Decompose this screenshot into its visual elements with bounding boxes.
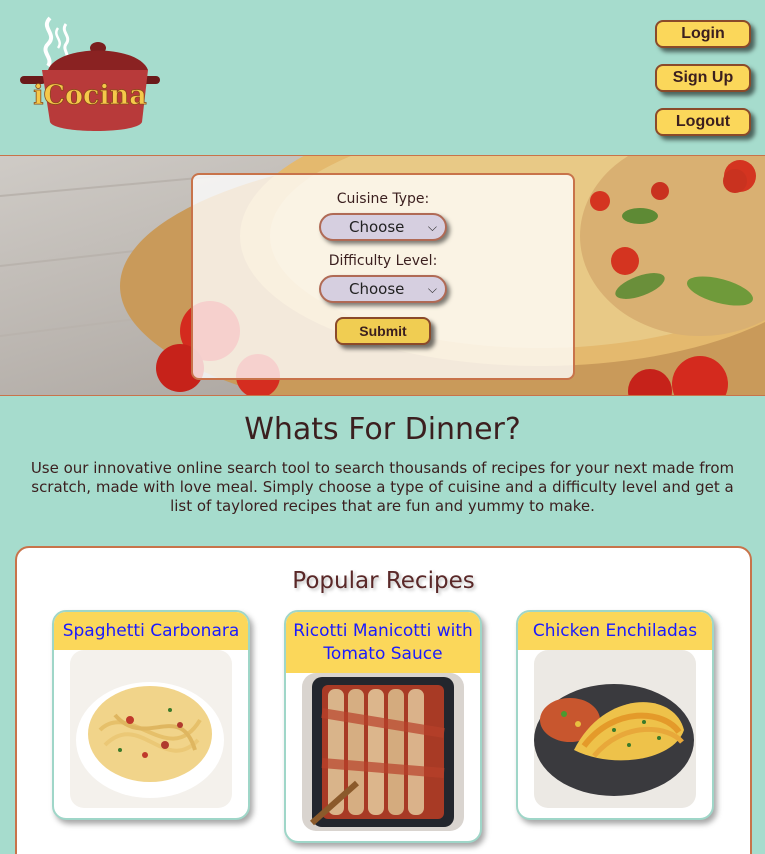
- popular-recipes-title: Popular Recipes: [292, 568, 475, 594]
- hero-banner: Cuisine Type: Choose ⌵ Difficulty Level:…: [0, 155, 765, 396]
- recipe-card-title[interactable]: Chicken Enchiladas: [518, 612, 712, 650]
- spaghetti-carbonara-image: [70, 650, 232, 808]
- logout-button[interactable]: Logout: [655, 108, 751, 136]
- chevron-down-icon: ⌵: [427, 219, 437, 234]
- login-button[interactable]: Login: [655, 20, 751, 48]
- recipe-card-title[interactable]: Spaghetti Carbonara: [54, 612, 248, 650]
- difficulty-level-label: Difficulty Level:: [328, 253, 438, 269]
- difficulty-level-select[interactable]: Choose ⌵: [319, 275, 447, 303]
- recipe-card[interactable]: Chicken Enchiladas: [516, 610, 714, 820]
- icocina-logo[interactable]: iCocina: [18, 14, 163, 136]
- recipe-search-form: Cuisine Type: Choose ⌵ Difficulty Level:…: [191, 173, 575, 380]
- difficulty-level-value: Choose: [349, 280, 405, 298]
- auth-buttons: Login Sign Up Logout: [655, 20, 751, 136]
- recipe-card-title[interactable]: Ricotti Manicotti with Tomato Sauce: [286, 612, 480, 673]
- popular-recipes-section: Popular Recipes Spaghetti Carbonara Rico…: [15, 546, 752, 854]
- chevron-down-icon: ⌵: [427, 281, 437, 296]
- chicken-enchiladas-image: [534, 650, 696, 808]
- recipe-card[interactable]: Spaghetti Carbonara: [52, 610, 250, 820]
- recipe-card[interactable]: Ricotti Manicotti with Tomato Sauce: [284, 610, 482, 843]
- logo-text: iCocina: [33, 80, 147, 111]
- cuisine-type-select[interactable]: Choose ⌵: [319, 213, 447, 241]
- ricotti-manicotti-image: [302, 673, 464, 831]
- cuisine-type-value: Choose: [349, 218, 405, 236]
- submit-button[interactable]: Submit: [335, 317, 431, 345]
- page-title: Whats For Dinner?: [244, 412, 521, 447]
- cuisine-type-label: Cuisine Type:: [336, 191, 430, 207]
- signup-button[interactable]: Sign Up: [655, 64, 751, 92]
- intro-description: Use our innovative online search tool to…: [30, 459, 735, 515]
- header: iCocina Login Sign Up Logout: [0, 0, 765, 155]
